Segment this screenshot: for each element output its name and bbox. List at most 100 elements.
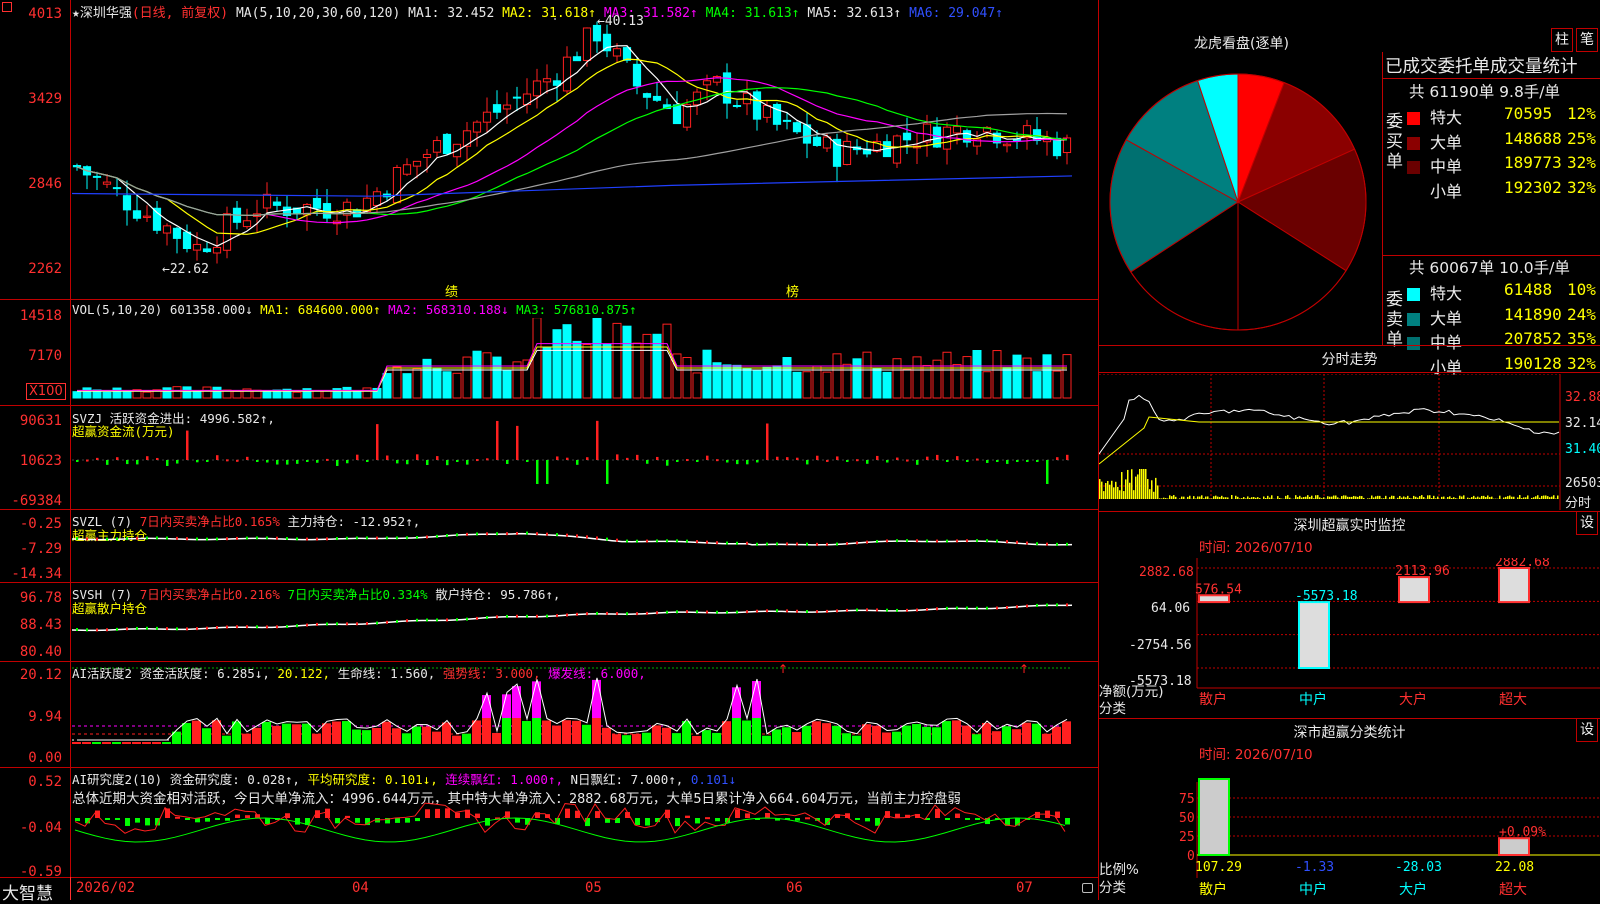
ai2-bar	[572, 721, 581, 744]
svzl-chart[interactable]	[72, 525, 1098, 581]
intraday-vol-bar	[1109, 485, 1111, 499]
svsh-line-tick	[286, 625, 288, 628]
ai-research-chart[interactable]	[72, 790, 1098, 876]
monitor-settings-button[interactable]: 设	[1576, 511, 1598, 535]
intraday-vol-bar	[1277, 496, 1279, 499]
ai2-bar	[502, 718, 511, 744]
intraday-vol-bar	[1475, 498, 1477, 499]
svzl-line-tick	[336, 537, 338, 540]
ai2-bar	[182, 723, 191, 744]
svsh-line-tick	[376, 622, 378, 625]
intraday-vol-bar	[1179, 498, 1181, 499]
svsh-ytick-3: 80.40	[0, 644, 62, 660]
kline-candle	[723, 73, 730, 103]
bar-view-button[interactable]: 柱	[1551, 28, 1573, 52]
volume-bar	[863, 352, 871, 398]
intraday-vol-bar	[1235, 496, 1237, 499]
ai2-burst-bar	[752, 681, 761, 718]
intraday-vol-bar	[1153, 492, 1155, 499]
sell-row-2: 大单14189024%	[1407, 305, 1600, 329]
ai-research-bar	[215, 818, 220, 820]
sell-summary: 共 60067单 10.0手/单	[1409, 256, 1570, 278]
svzj-chart[interactable]	[72, 418, 1098, 508]
svzj-bar	[1006, 460, 1009, 464]
event-mark-earnings[interactable]: 绩	[445, 281, 458, 300]
classify-chart[interactable]: 107.29散户-1.33中户-28.03大户22.08超大	[1099, 762, 1600, 900]
classify-time: 时间: 2026/07/10	[1199, 743, 1313, 763]
order-stats-panel: 已成交委托单成交量统计 共 61190单 9.8手/单 委买单 特大705951…	[1382, 52, 1600, 345]
svzj-bar	[1016, 460, 1019, 462]
ai-research-ytick-2: -0.04	[0, 820, 62, 836]
volume-bar	[293, 392, 301, 398]
ai-research-bar	[205, 818, 210, 822]
ai2-bar	[132, 742, 141, 744]
event-mark-ranking[interactable]: 榜	[786, 281, 799, 300]
svsh-line-tick	[356, 622, 358, 625]
ai2-bar	[432, 732, 441, 744]
intraday-vol-bar	[1537, 495, 1539, 499]
kline-candle	[493, 105, 500, 113]
vol-chart[interactable]	[72, 318, 1098, 399]
svzl-line-tick	[866, 541, 868, 544]
kline-candle	[243, 221, 250, 227]
intraday-vol-bar	[1481, 496, 1483, 499]
ai2-bar	[642, 733, 651, 744]
intraday-chart[interactable]	[1099, 374, 1600, 510]
intraday-vol-bar	[1383, 498, 1385, 499]
monitor-chart[interactable]: 576.54散户-5573.18中户2113.96大户2882.68超大	[1099, 558, 1600, 718]
ai-research-bar	[695, 818, 700, 823]
buy-row-label: 中单	[1430, 157, 1462, 176]
ai-research-bar	[105, 818, 110, 820]
lock-icon[interactable]	[1082, 883, 1093, 893]
vol-unit-badge[interactable]: X100	[26, 383, 66, 400]
intraday-vol-bar	[1307, 495, 1309, 499]
svzj-bar	[1036, 460, 1039, 462]
kline-candle	[423, 154, 430, 157]
kline-chart[interactable]: **↑***	[72, 18, 1098, 299]
intraday-vol-bar	[1193, 496, 1195, 499]
svzj-bar	[686, 459, 689, 461]
svsh-line-tick	[196, 627, 198, 630]
ai2-bar	[252, 728, 261, 744]
svzl-line-tick	[686, 540, 688, 543]
svzj-bar	[586, 457, 589, 460]
svzj-bar	[276, 460, 279, 465]
ai2-bar	[102, 742, 111, 744]
sell-row-pct: 24%	[1567, 305, 1596, 324]
ai-research-bar	[405, 818, 410, 823]
volume-bar	[913, 357, 921, 398]
intraday-vol-bar	[1545, 495, 1547, 499]
dragon-pie-chart[interactable]	[1099, 56, 1379, 346]
svzl-line-tick	[786, 542, 788, 545]
buy-row-pct: 12%	[1567, 104, 1596, 123]
svzl-line-tick	[116, 537, 118, 540]
tick-view-button[interactable]: 笔	[1576, 28, 1598, 52]
ai2-chart[interactable]: ↑↑	[72, 662, 1098, 766]
intraday-vol-bar	[1359, 496, 1361, 499]
svzl-line-tick	[946, 540, 948, 543]
kline-candle	[583, 28, 590, 60]
intraday-vol-bar	[1463, 495, 1465, 499]
intraday-vol-bar	[1189, 496, 1191, 499]
monitor-title: 深圳超赢实时监控	[1099, 515, 1600, 535]
signal-star: ↑	[550, 18, 560, 23]
intraday-vol-bar	[1535, 496, 1537, 499]
ai2-bar	[972, 734, 981, 744]
monitor-category-label: 大户	[1399, 691, 1427, 708]
svzj-bar	[956, 456, 959, 460]
ai2-bar	[742, 721, 751, 744]
intraday-vol-bar	[1427, 495, 1429, 499]
intraday-vol-bar	[1447, 497, 1449, 499]
intraday-vol-bar	[1335, 496, 1337, 499]
svzl-line-tick	[316, 538, 318, 541]
svzl-line-tick	[526, 532, 528, 535]
ai2-bar	[1022, 723, 1031, 744]
svsh-chart[interactable]	[72, 598, 1098, 660]
svzl-ytick-1: -0.25	[0, 516, 62, 532]
svsh-line-tick	[146, 627, 148, 630]
ai2-bar	[952, 720, 961, 744]
classify-settings-button[interactable]: 设	[1576, 718, 1598, 742]
main-chart-area[interactable]: ★深圳华强(日线, 前复权) MA(5,10,20,30,60,120) MA1…	[0, 0, 1098, 900]
svzl-line-tick	[1066, 543, 1068, 546]
ai2-burst-bar	[732, 687, 741, 718]
